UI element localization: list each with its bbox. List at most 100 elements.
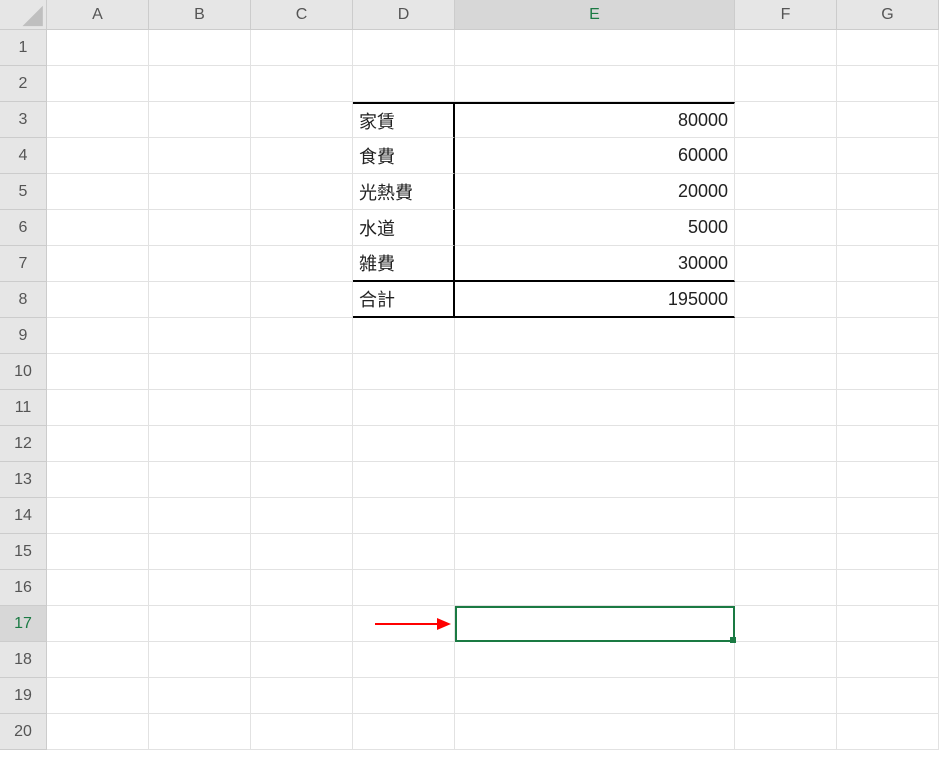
cell-F9[interactable] xyxy=(735,318,837,354)
cell-G12[interactable] xyxy=(837,426,939,462)
cell-G9[interactable] xyxy=(837,318,939,354)
cell-F2[interactable] xyxy=(735,66,837,102)
cell-A20[interactable] xyxy=(47,714,149,750)
cell-G1[interactable] xyxy=(837,30,939,66)
cell-D10[interactable] xyxy=(353,354,455,390)
row-header-20[interactable]: 20 xyxy=(0,714,47,750)
col-header-C[interactable]: C xyxy=(251,0,353,30)
cell-B10[interactable] xyxy=(149,354,251,390)
cell-B16[interactable] xyxy=(149,570,251,606)
cell-F7[interactable] xyxy=(735,246,837,282)
cell-B6[interactable] xyxy=(149,210,251,246)
cell-F4[interactable] xyxy=(735,138,837,174)
row-header-2[interactable]: 2 xyxy=(0,66,47,102)
cell-G13[interactable] xyxy=(837,462,939,498)
cell-D20[interactable] xyxy=(353,714,455,750)
cell-D4[interactable]: 食費 xyxy=(353,138,455,174)
cell-E9[interactable] xyxy=(455,318,735,354)
cell-A11[interactable] xyxy=(47,390,149,426)
cell-F6[interactable] xyxy=(735,210,837,246)
cell-E6[interactable]: 5000 xyxy=(455,210,735,246)
cell-G16[interactable] xyxy=(837,570,939,606)
row-header-6[interactable]: 6 xyxy=(0,210,47,246)
cell-F19[interactable] xyxy=(735,678,837,714)
cell-B14[interactable] xyxy=(149,498,251,534)
cell-C4[interactable] xyxy=(251,138,353,174)
cell-F18[interactable] xyxy=(735,642,837,678)
cell-B11[interactable] xyxy=(149,390,251,426)
row-header-9[interactable]: 9 xyxy=(0,318,47,354)
cell-D17[interactable] xyxy=(353,606,455,642)
row-header-15[interactable]: 15 xyxy=(0,534,47,570)
cell-F14[interactable] xyxy=(735,498,837,534)
cell-B2[interactable] xyxy=(149,66,251,102)
cell-E11[interactable] xyxy=(455,390,735,426)
cell-E15[interactable] xyxy=(455,534,735,570)
row-header-11[interactable]: 11 xyxy=(0,390,47,426)
cell-D1[interactable] xyxy=(353,30,455,66)
cell-E17[interactable] xyxy=(455,606,735,642)
cell-D3[interactable]: 家賃 xyxy=(353,102,455,138)
cell-E7[interactable]: 30000 xyxy=(455,246,735,282)
cell-A4[interactable] xyxy=(47,138,149,174)
cell-C17[interactable] xyxy=(251,606,353,642)
cell-C5[interactable] xyxy=(251,174,353,210)
cell-D11[interactable] xyxy=(353,390,455,426)
cell-E10[interactable] xyxy=(455,354,735,390)
cell-F17[interactable] xyxy=(735,606,837,642)
cell-C3[interactable] xyxy=(251,102,353,138)
cell-F8[interactable] xyxy=(735,282,837,318)
cell-A19[interactable] xyxy=(47,678,149,714)
cell-C8[interactable] xyxy=(251,282,353,318)
cell-E19[interactable] xyxy=(455,678,735,714)
cell-D5[interactable]: 光熱費 xyxy=(353,174,455,210)
cell-D14[interactable] xyxy=(353,498,455,534)
row-header-18[interactable]: 18 xyxy=(0,642,47,678)
cell-E2[interactable] xyxy=(455,66,735,102)
cell-D6[interactable]: 水道 xyxy=(353,210,455,246)
cell-G14[interactable] xyxy=(837,498,939,534)
col-header-B[interactable]: B xyxy=(149,0,251,30)
row-header-8[interactable]: 8 xyxy=(0,282,47,318)
cell-E3[interactable]: 80000 xyxy=(455,102,735,138)
cell-E14[interactable] xyxy=(455,498,735,534)
cell-C13[interactable] xyxy=(251,462,353,498)
cell-G15[interactable] xyxy=(837,534,939,570)
cell-G17[interactable] xyxy=(837,606,939,642)
cell-B12[interactable] xyxy=(149,426,251,462)
cell-D2[interactable] xyxy=(353,66,455,102)
cell-F20[interactable] xyxy=(735,714,837,750)
cell-E1[interactable] xyxy=(455,30,735,66)
cell-B1[interactable] xyxy=(149,30,251,66)
cell-F13[interactable] xyxy=(735,462,837,498)
cell-E5[interactable]: 20000 xyxy=(455,174,735,210)
cell-G6[interactable] xyxy=(837,210,939,246)
cell-A16[interactable] xyxy=(47,570,149,606)
cell-B13[interactable] xyxy=(149,462,251,498)
cell-G3[interactable] xyxy=(837,102,939,138)
cell-E18[interactable] xyxy=(455,642,735,678)
cell-A8[interactable] xyxy=(47,282,149,318)
cell-A5[interactable] xyxy=(47,174,149,210)
cell-B9[interactable] xyxy=(149,318,251,354)
cell-E16[interactable] xyxy=(455,570,735,606)
cell-C1[interactable] xyxy=(251,30,353,66)
cell-G18[interactable] xyxy=(837,642,939,678)
cell-F1[interactable] xyxy=(735,30,837,66)
row-header-4[interactable]: 4 xyxy=(0,138,47,174)
cell-D15[interactable] xyxy=(353,534,455,570)
cell-E8[interactable]: 195000 xyxy=(455,282,735,318)
cell-F15[interactable] xyxy=(735,534,837,570)
cell-A17[interactable] xyxy=(47,606,149,642)
cell-A2[interactable] xyxy=(47,66,149,102)
cell-A15[interactable] xyxy=(47,534,149,570)
cell-B17[interactable] xyxy=(149,606,251,642)
cell-C20[interactable] xyxy=(251,714,353,750)
row-header-7[interactable]: 7 xyxy=(0,246,47,282)
cell-B5[interactable] xyxy=(149,174,251,210)
cell-B8[interactable] xyxy=(149,282,251,318)
cell-E12[interactable] xyxy=(455,426,735,462)
cell-F5[interactable] xyxy=(735,174,837,210)
col-header-E[interactable]: E xyxy=(455,0,735,30)
row-header-10[interactable]: 10 xyxy=(0,354,47,390)
